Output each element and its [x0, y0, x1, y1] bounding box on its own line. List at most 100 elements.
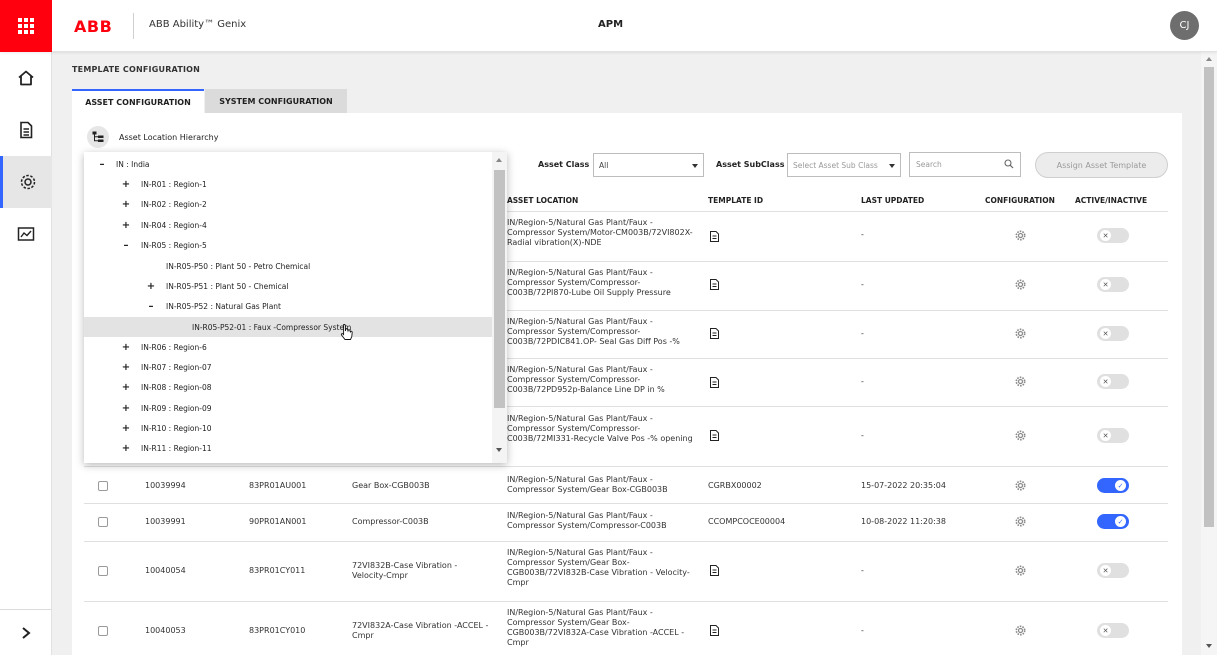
abb-logo: ABB — [74, 17, 113, 36]
row-checkbox[interactable] — [98, 481, 108, 491]
template-file-icon[interactable] — [710, 625, 719, 636]
page-scroll-thumb[interactable] — [1204, 67, 1214, 527]
row-checkbox[interactable] — [98, 517, 108, 527]
tree-item-natural-gas-plant[interactable]: – IN-R05-P52 : Natural Gas Plant — [84, 296, 492, 316]
gear-icon[interactable] — [1015, 516, 1026, 527]
template-file-icon[interactable] — [710, 279, 719, 290]
active-toggle[interactable]: ✕ — [1097, 277, 1129, 292]
expand-icon[interactable]: + — [121, 220, 131, 231]
tree-item-region-2[interactable]: + IN-R02 : Region-2 — [84, 194, 492, 214]
tree-item-region-4[interactable]: + IN-R04 : Region-4 — [84, 215, 492, 235]
gear-icon[interactable] — [1015, 565, 1026, 576]
expand-icon[interactable]: + — [121, 403, 131, 414]
active-toggle[interactable]: ✕ — [1097, 623, 1129, 638]
expand-icon[interactable]: + — [146, 281, 156, 292]
tree-item-label: IN-R05-P51 : Plant 50 - Chemical — [166, 281, 289, 291]
hierarchy-toggle-button[interactable] — [87, 126, 109, 148]
active-toggle[interactable]: ✕ — [1097, 228, 1129, 243]
tree-item-region-6[interactable]: + IN-R06 : Region-6 — [84, 337, 492, 357]
gear-icon[interactable] — [1015, 230, 1026, 241]
cell-last-updated: - — [861, 377, 864, 386]
collapse-icon[interactable]: – — [121, 240, 131, 251]
expand-icon[interactable]: + — [121, 423, 131, 434]
nav-dashboard[interactable] — [0, 208, 52, 260]
scroll-down-icon[interactable] — [496, 448, 502, 452]
template-file-icon[interactable] — [710, 377, 719, 388]
assign-asset-template-button[interactable]: Assign Asset Template — [1035, 152, 1168, 178]
asset-class-select[interactable]: All — [593, 153, 704, 177]
tree-item-region-5[interactable]: – IN-R05 : Region-5 — [84, 235, 492, 255]
app-launcher-button[interactable] — [0, 0, 52, 52]
nav-home[interactable] — [0, 52, 52, 104]
tree-item-plant-50-chemical[interactable]: + IN-R05-P51 : Plant 50 - Chemical — [84, 276, 492, 296]
home-icon — [18, 70, 34, 86]
gear-icon[interactable] — [1015, 625, 1026, 636]
gear-icon[interactable] — [1015, 279, 1026, 290]
nav-configuration[interactable] — [0, 156, 52, 208]
caret-down-icon — [692, 164, 698, 168]
row-checkbox[interactable] — [98, 626, 108, 636]
tree-item-compressor-system[interactable]: IN-R05-P52-01 : Faux -Compressor System — [84, 317, 492, 337]
tree-item-region-11[interactable]: + IN-R11 : Region-11 — [84, 438, 492, 458]
tree-item-plant-50-petro[interactable]: IN-R05-P50 : Plant 50 - Petro Chemical — [84, 256, 492, 276]
active-toggle[interactable]: ✕ — [1097, 374, 1129, 389]
dropdown-scrollbar[interactable] — [492, 152, 507, 463]
tree-item-label: IN-R06 : Region-6 — [141, 342, 207, 352]
expand-icon[interactable]: + — [121, 342, 131, 353]
template-file-icon[interactable] — [710, 231, 719, 242]
template-file-icon[interactable] — [710, 328, 719, 339]
cell-asset-name: Gear Box-CGB003B — [352, 481, 430, 490]
tab-asset-configuration[interactable]: ASSET CONFIGURATION — [72, 89, 204, 113]
expand-icon[interactable]: + — [121, 362, 131, 373]
tree-item-india[interactable]: – IN : India — [84, 154, 492, 174]
expand-icon[interactable]: + — [121, 443, 131, 454]
gear-icon[interactable] — [1015, 376, 1026, 387]
template-file-icon[interactable] — [710, 565, 719, 576]
cell-location: IN/Region-5/Natural Gas Plant/Faux -Comp… — [507, 548, 690, 587]
tree-item-region-07[interactable]: + IN-R07 : Region-07 — [84, 357, 492, 377]
search-input[interactable]: Search — [909, 152, 1021, 177]
active-toggle[interactable]: ✓ — [1097, 514, 1129, 529]
nav-documents[interactable] — [0, 104, 52, 156]
cell-location: IN/Region-5/Natural Gas Plant/Faux -Comp… — [507, 475, 668, 494]
collapse-icon[interactable]: – — [97, 159, 107, 170]
cell-asset-name: 72VI832B-Case Vibration - Velocity-Cmpr — [352, 561, 458, 580]
page-scrollbar[interactable] — [1201, 52, 1217, 655]
tab-system-configuration[interactable]: SYSTEM CONFIGURATION — [205, 89, 347, 113]
cell-id: 10040053 — [145, 626, 186, 635]
gear-icon[interactable] — [1015, 480, 1026, 491]
cell-id: 10039994 — [145, 481, 186, 490]
nav-expand-button[interactable] — [0, 609, 52, 655]
template-file-icon[interactable] — [710, 430, 719, 441]
scroll-up-icon[interactable] — [496, 158, 502, 162]
tree-item-label: IN-R02 : Region-2 — [141, 199, 207, 209]
active-toggle[interactable]: ✕ — [1097, 563, 1129, 578]
expand-icon[interactable]: + — [121, 179, 131, 190]
caret-down-icon — [889, 164, 895, 168]
active-toggle[interactable]: ✕ — [1097, 428, 1129, 443]
expand-icon[interactable]: + — [121, 199, 131, 210]
gear-icon[interactable] — [1015, 430, 1026, 441]
active-toggle[interactable]: ✕ — [1097, 326, 1129, 341]
close-icon: ✕ — [1100, 328, 1111, 339]
active-toggle[interactable]: ✓ — [1097, 478, 1129, 493]
tree-item-region-08[interactable]: + IN-R08 : Region-08 — [84, 377, 492, 397]
cell-last-updated: 10-08-2022 11:20:38 — [861, 517, 946, 526]
gear-icon[interactable] — [1015, 328, 1026, 339]
tree-item-region-1[interactable]: + IN-R01 : Region-1 — [84, 174, 492, 194]
expand-icon[interactable]: + — [121, 382, 131, 393]
tree-item-region-10[interactable]: + IN-R10 : Region-10 — [84, 418, 492, 438]
tree-item-label: IN-R05-P52-01 : Faux -Compressor System — [192, 322, 352, 332]
cell-last-updated: - — [861, 280, 864, 289]
close-icon: ✕ — [1100, 230, 1111, 241]
user-avatar[interactable]: CJ — [1170, 11, 1199, 40]
page-title: TEMPLATE CONFIGURATION — [72, 65, 201, 74]
row-checkbox[interactable] — [98, 566, 108, 576]
column-header-template-id: TEMPLATE ID — [708, 196, 764, 205]
dropdown-scroll-thumb[interactable] — [494, 170, 505, 408]
tree-item-region-09[interactable]: + IN-R09 : Region-09 — [84, 398, 492, 418]
collapse-icon[interactable]: – — [146, 301, 156, 312]
asset-subclass-select[interactable]: Select Asset Sub Class — [787, 153, 901, 177]
scroll-down-icon[interactable] — [1206, 644, 1212, 648]
scroll-up-icon[interactable] — [1206, 57, 1212, 61]
